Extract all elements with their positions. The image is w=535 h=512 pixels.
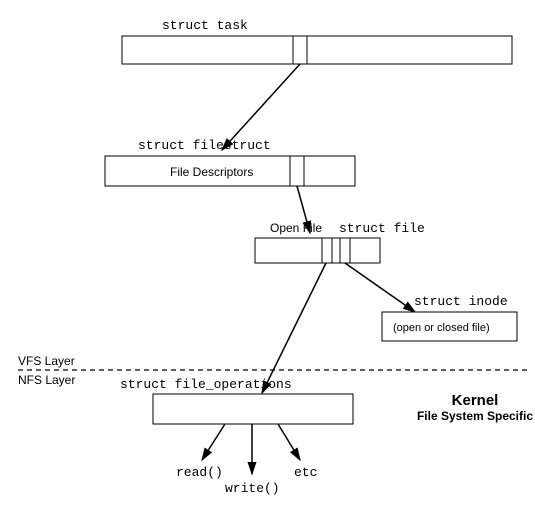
call-write-label: write() [225,481,280,496]
struct-fops-title: struct file_operations [120,377,292,392]
arrow-file-to-inode [345,263,415,312]
struct-filestruct-box: File Descriptors [105,156,355,186]
struct-inode-title: struct inode [414,294,508,309]
arrow-file-to-fops [262,263,326,393]
annotation-subtitle: File System Specific [417,409,533,423]
struct-inode-box: (open or closed file) [382,312,517,341]
struct-file-box [255,238,380,263]
call-etc-label: etc [294,465,317,480]
struct-filestruct-label: File Descriptors [170,165,253,179]
struct-task-title: struct task [162,18,248,33]
struct-filestruct-title: struct filestruct [138,138,271,153]
struct-fops-box [153,394,353,424]
open-file-label: Open File [270,221,322,235]
struct-file-title: struct file [339,221,425,236]
arrow-fops-to-etc [278,424,300,460]
arrow-fops-to-read [202,424,225,460]
vfs-layer-label: VFS Layer [18,354,75,368]
struct-task-box [122,36,512,64]
struct-inode-label: (open or closed file) [393,322,490,334]
call-read-label: read() [176,465,223,480]
nfs-layer-label: NFS Layer [18,373,75,387]
annotation-kernel: Kernel [452,392,499,409]
